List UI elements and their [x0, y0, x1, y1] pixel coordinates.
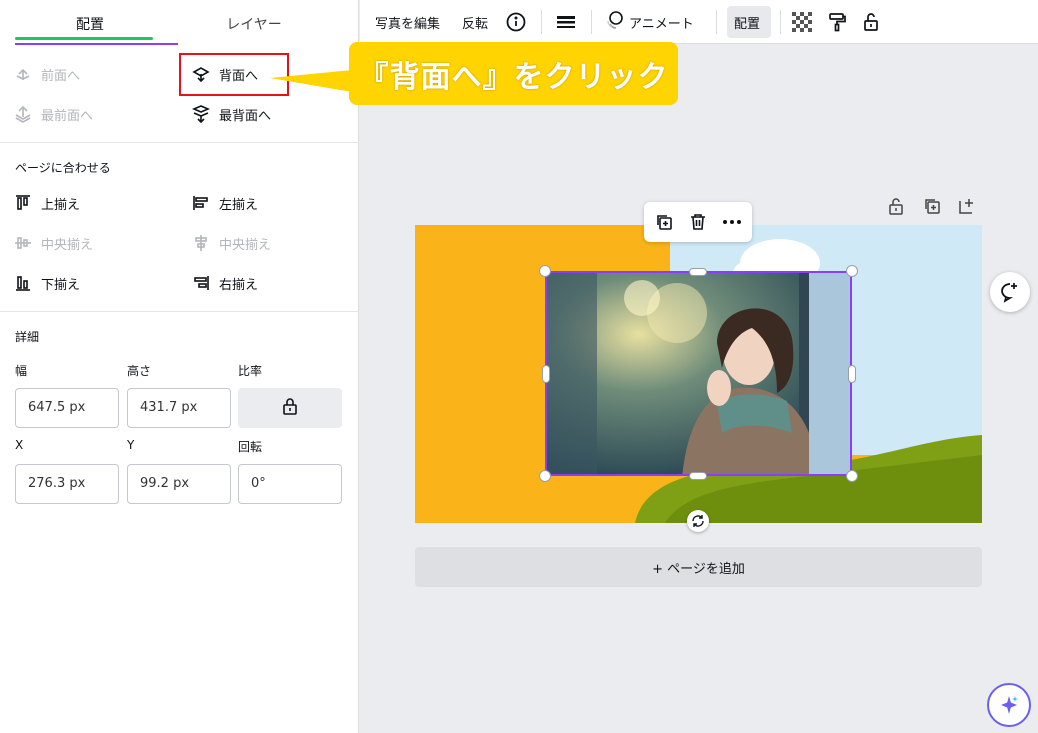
align-left-icon [191, 193, 211, 213]
ratio-label: 比率 [238, 364, 263, 378]
tab-arrange[interactable]: 配置 [20, 14, 160, 34]
y-label: Y [127, 438, 135, 452]
align-bottom-icon [13, 273, 33, 293]
instruction-callout: 『背面へ』をクリック [349, 42, 678, 105]
lock-ratio-button[interactable] [238, 388, 342, 428]
x-label: X [15, 438, 24, 452]
rotate-label: 回転 [238, 440, 263, 454]
arrange-button[interactable]: 配置 [734, 12, 760, 32]
duplicate-icon[interactable] [654, 212, 674, 232]
toolbar-separator [591, 10, 592, 34]
to-front-button[interactable]: 最前面へ [13, 103, 93, 125]
align-top-label: 上揃え [41, 197, 81, 213]
resize-handle-top[interactable] [689, 268, 707, 276]
panel-tabs: 配置 レイヤー [0, 0, 359, 46]
flip-button[interactable]: 反転 [462, 12, 488, 32]
resize-handle-bottom-left[interactable] [539, 470, 551, 482]
align-middle-label: 中央揃え [41, 237, 94, 253]
toolbar-separator [716, 10, 717, 34]
align-top-icon [13, 193, 33, 213]
align-left-label: 左揃え [219, 197, 259, 213]
more-options-icon[interactable] [722, 212, 742, 232]
x-field[interactable]: 276.3 px [15, 464, 119, 504]
resize-handle-bottom[interactable] [689, 472, 707, 480]
paint-roller-icon[interactable] [827, 12, 847, 32]
layer-to-back-icon [191, 104, 211, 124]
align-top-button[interactable]: 上揃え [13, 192, 80, 214]
to-back-label: 最背面へ [219, 108, 272, 124]
align-right-label: 右揃え [219, 277, 259, 293]
divider [0, 311, 359, 312]
y-field[interactable]: 99.2 px [127, 464, 231, 504]
add-page-button[interactable]: + ページを追加 [415, 547, 982, 587]
animate-label: アニメート [629, 16, 694, 32]
comment-add-icon [1001, 283, 1017, 303]
tab-active-indicator [15, 37, 153, 40]
to-front-label: 最前面へ [41, 108, 94, 124]
border-style-icon[interactable] [556, 12, 576, 32]
align-right-button[interactable]: 右揃え [191, 272, 258, 294]
align-middle-icon [13, 233, 33, 253]
align-center-button[interactable]: 中央揃え [191, 232, 271, 254]
edit-photo-button[interactable]: 写真を編集 [375, 12, 440, 32]
comment-button[interactable] [990, 272, 1030, 312]
rotate-handle[interactable] [687, 510, 709, 532]
width-label: 幅 [15, 364, 28, 378]
photo-image [547, 273, 850, 474]
info-icon[interactable] [506, 12, 526, 32]
toolbar-separator [780, 10, 781, 34]
tab-underline-accent [15, 43, 178, 45]
resize-handle-right[interactable] [848, 365, 856, 383]
details-section-title: 詳細 [15, 330, 40, 344]
rotate-field[interactable]: 0° [238, 464, 342, 504]
align-bottom-label: 下揃え [41, 277, 81, 293]
height-label: 高さ [127, 364, 152, 378]
align-center-label: 中央揃え [219, 237, 272, 253]
align-section-title: ページに合わせる [15, 161, 111, 175]
animate-icon [605, 10, 625, 34]
transparency-icon[interactable] [792, 12, 812, 32]
rotate-icon [692, 515, 704, 527]
forward-button[interactable]: 前面へ [13, 63, 80, 85]
animate-button[interactable]: アニメート [605, 10, 694, 34]
resize-handle-top-right[interactable] [846, 265, 858, 277]
align-bottom-button[interactable]: 下揃え [13, 272, 80, 294]
layer-forward-icon [13, 64, 33, 84]
to-back-button[interactable]: 最背面へ [191, 103, 271, 125]
align-center-icon [191, 233, 211, 253]
page-lock-icon[interactable] [887, 197, 905, 215]
magic-assistant-button[interactable] [987, 683, 1031, 727]
callout-text: 『背面へ』をクリック [358, 59, 669, 95]
resize-handle-bottom-right[interactable] [846, 470, 858, 482]
tab-layers[interactable]: レイヤー [184, 14, 324, 34]
callout-pointer [270, 70, 352, 92]
sparkle-icon [1001, 696, 1018, 714]
layer-to-front-icon [13, 104, 33, 124]
duplicate-page-icon[interactable] [923, 197, 941, 215]
forward-label: 前面へ [41, 68, 81, 84]
element-context-bar [644, 202, 752, 242]
lock-icon [281, 396, 299, 420]
resize-handle-left[interactable] [542, 365, 550, 383]
align-left-button[interactable]: 左揃え [191, 192, 258, 214]
arrange-panel: 配置 レイヤー 前面へ 背面へ 最前面へ 最背面へ ページに合わせる 上揃え 左… [0, 0, 359, 733]
width-field[interactable]: 647.5 px [15, 388, 119, 428]
lock-icon[interactable] [862, 12, 880, 32]
toolbar-separator [541, 10, 542, 34]
align-right-icon [191, 273, 211, 293]
add-page-icon[interactable] [958, 197, 976, 215]
selected-photo[interactable] [545, 271, 852, 476]
height-field[interactable]: 431.7 px [127, 388, 231, 428]
resize-handle-top-left[interactable] [539, 265, 551, 277]
align-middle-button[interactable]: 中央揃え [13, 232, 93, 254]
trash-icon[interactable] [688, 212, 708, 232]
divider [0, 142, 359, 143]
